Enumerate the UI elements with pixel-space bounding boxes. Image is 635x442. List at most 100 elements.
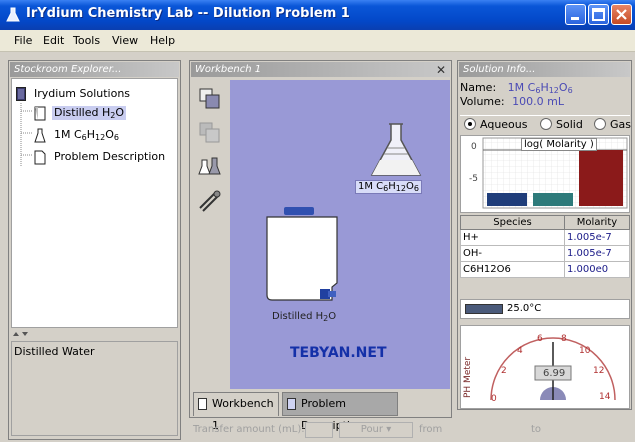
table-row[interactable]: C6H12O6 1.000e0 [460,261,630,278]
species-cell: H+ [460,229,565,246]
ph-tick-4: 4 [517,346,523,356]
temperature-display: 25.0°C [460,299,630,319]
ph-reading: 6.99 [543,368,566,379]
tree-item-problem-description[interactable]: Problem Description [12,148,172,167]
solution-info-panel: Solution Info... Name: 1M C6H12O6 Volume… [457,60,632,410]
tree-item-distilled-water[interactable]: Distilled H2O [12,104,172,123]
splitter-arrows-icon [13,332,28,336]
paste-icon[interactable] [197,120,223,146]
bar-glucose [579,150,623,206]
tree-item-glucose-label: 1M C6H12O6 [54,128,119,142]
species-cell: OH- [460,245,565,262]
solution-volume-line: Volume: 100.0 mL [460,95,564,108]
radio-aqueous[interactable] [464,118,476,130]
minimize-button[interactable] [565,4,586,25]
chart-tick-top: 0 [471,142,477,152]
panel-splitter[interactable] [11,329,178,339]
radio-solid-label: Solid [556,118,583,131]
thermometer-bar [465,304,503,314]
maximize-icon [592,8,605,21]
radio-gas[interactable] [594,118,606,130]
temperature-value: 25.0°C [507,303,542,314]
workbench-title: Workbench 1 [195,64,262,75]
menu-edit[interactable]: Edit [43,34,64,47]
watermark-text: TEBYAN.NET [290,345,387,361]
workbench-close-icon[interactable]: ✕ [436,63,446,78]
document-icon [34,150,46,165]
menu-help[interactable]: Help [150,34,175,47]
glassware-icon[interactable] [197,154,223,180]
ph-tick-2: 2 [501,366,507,376]
tab-problem-description[interactable]: Problem Description [282,392,398,432]
item-description-text: Distilled Water [14,345,95,358]
transfer-amount-input[interactable] [305,422,333,438]
flask-icon [34,128,46,143]
tree-root-label: Irydium Solutions [34,87,131,100]
carboy-icon[interactable] [262,205,342,305]
solution-name-value: 1M C6H12O6 [507,81,573,95]
transfer-from-label: from [419,424,443,435]
molarity-cell: 1.005e-7 [564,245,630,262]
bar-h-plus [487,193,527,206]
species-table-header: Species Molarity [460,215,630,230]
stockroom-tree: Irydium Solutions Distilled H2O 1M C6H12… [11,78,178,328]
solution-name-line: Name: 1M C6H12O6 [460,81,573,95]
menu-bar: File Edit Tools View Help [0,30,635,52]
species-table: Species Molarity H+ 1.005e-7 OH- 1.005e-… [460,215,630,278]
beaker-icon [34,106,46,121]
app-flask-icon [6,7,20,22]
log-molarity-chart: log( Molarity ) 0 -5 [460,135,630,213]
col-species[interactable]: Species [460,215,565,230]
transfer-label: Transfer amount (mL): [193,424,305,435]
menu-tools[interactable]: Tools [73,34,100,47]
ph-tick-6: 6 [537,334,543,344]
chart-tick-mid: -5 [469,174,478,184]
tools-icon[interactable] [197,188,223,214]
copy-icon[interactable] [197,86,223,112]
ph-meter-label: PH Meter [463,356,473,398]
erlenmeyer-flask-icon[interactable] [366,120,426,180]
ph-tick-14: 14 [599,392,611,402]
ph-tick-0: 0 [491,394,497,404]
workbench-header: Workbench 1 ✕ [191,62,450,77]
problem-tab-icon [287,398,296,410]
solution-info-header: Solution Info... [459,62,630,77]
table-row[interactable]: H+ 1.005e-7 [460,229,630,246]
tab-workbench-1[interactable]: Workbench 1 [193,392,279,432]
menu-view[interactable]: View [112,34,138,47]
species-cell: C6H12O6 [460,261,565,278]
radio-solid[interactable] [540,118,552,130]
minimize-icon [571,17,579,20]
tree-root[interactable]: Irydium Solutions [12,85,172,104]
solution-volume-value: 100.0 mL [512,95,564,108]
workbench-toolbar [191,78,228,391]
tree-item-glucose[interactable]: 1M C6H12O6 [12,126,172,145]
tree-item-problem-description-label: Problem Description [54,150,166,163]
workbench-panel: Workbench 1 ✕ 1M C6H12O6 Distilled H2O T… [189,60,452,432]
chart-title: log( Molarity ) [521,138,597,151]
ph-tick-8: 8 [561,334,567,344]
bar-oh-minus [533,193,573,206]
tree-item-distilled-water-label: Distilled H2O [52,106,127,120]
ph-tick-12: 12 [593,366,605,376]
pour-button[interactable]: Pour ▾ [339,422,413,438]
workbench-canvas[interactable]: 1M C6H12O6 Distilled H2O TEBYAN.NET [230,80,450,389]
title-bar: IrYdium Chemistry Lab -- Dilution Proble… [0,0,635,30]
molarity-cell: 1.005e-7 [564,229,630,246]
book-icon [16,87,26,101]
col-molarity[interactable]: Molarity [564,215,630,230]
window-title: IrYdium Chemistry Lab -- Dilution Proble… [26,6,350,21]
item-description-box: Distilled Water [11,341,178,436]
radio-gas-label: Gas [610,118,631,131]
pour-button-label: Pour [360,424,384,435]
radio-aqueous-label: Aqueous [480,118,528,131]
close-button[interactable] [611,4,632,25]
stockroom-header: Stockroom Explorer... [10,62,179,77]
menu-file[interactable]: File [14,34,32,47]
phase-selector: Aqueous Solid Gas [460,115,631,133]
transfer-to-label: to [531,424,542,435]
maximize-button[interactable] [588,4,609,25]
close-icon [616,9,627,20]
transfer-bar: Transfer amount (mL): Pour ▾ from to [189,420,635,442]
table-row[interactable]: OH- 1.005e-7 [460,245,630,262]
